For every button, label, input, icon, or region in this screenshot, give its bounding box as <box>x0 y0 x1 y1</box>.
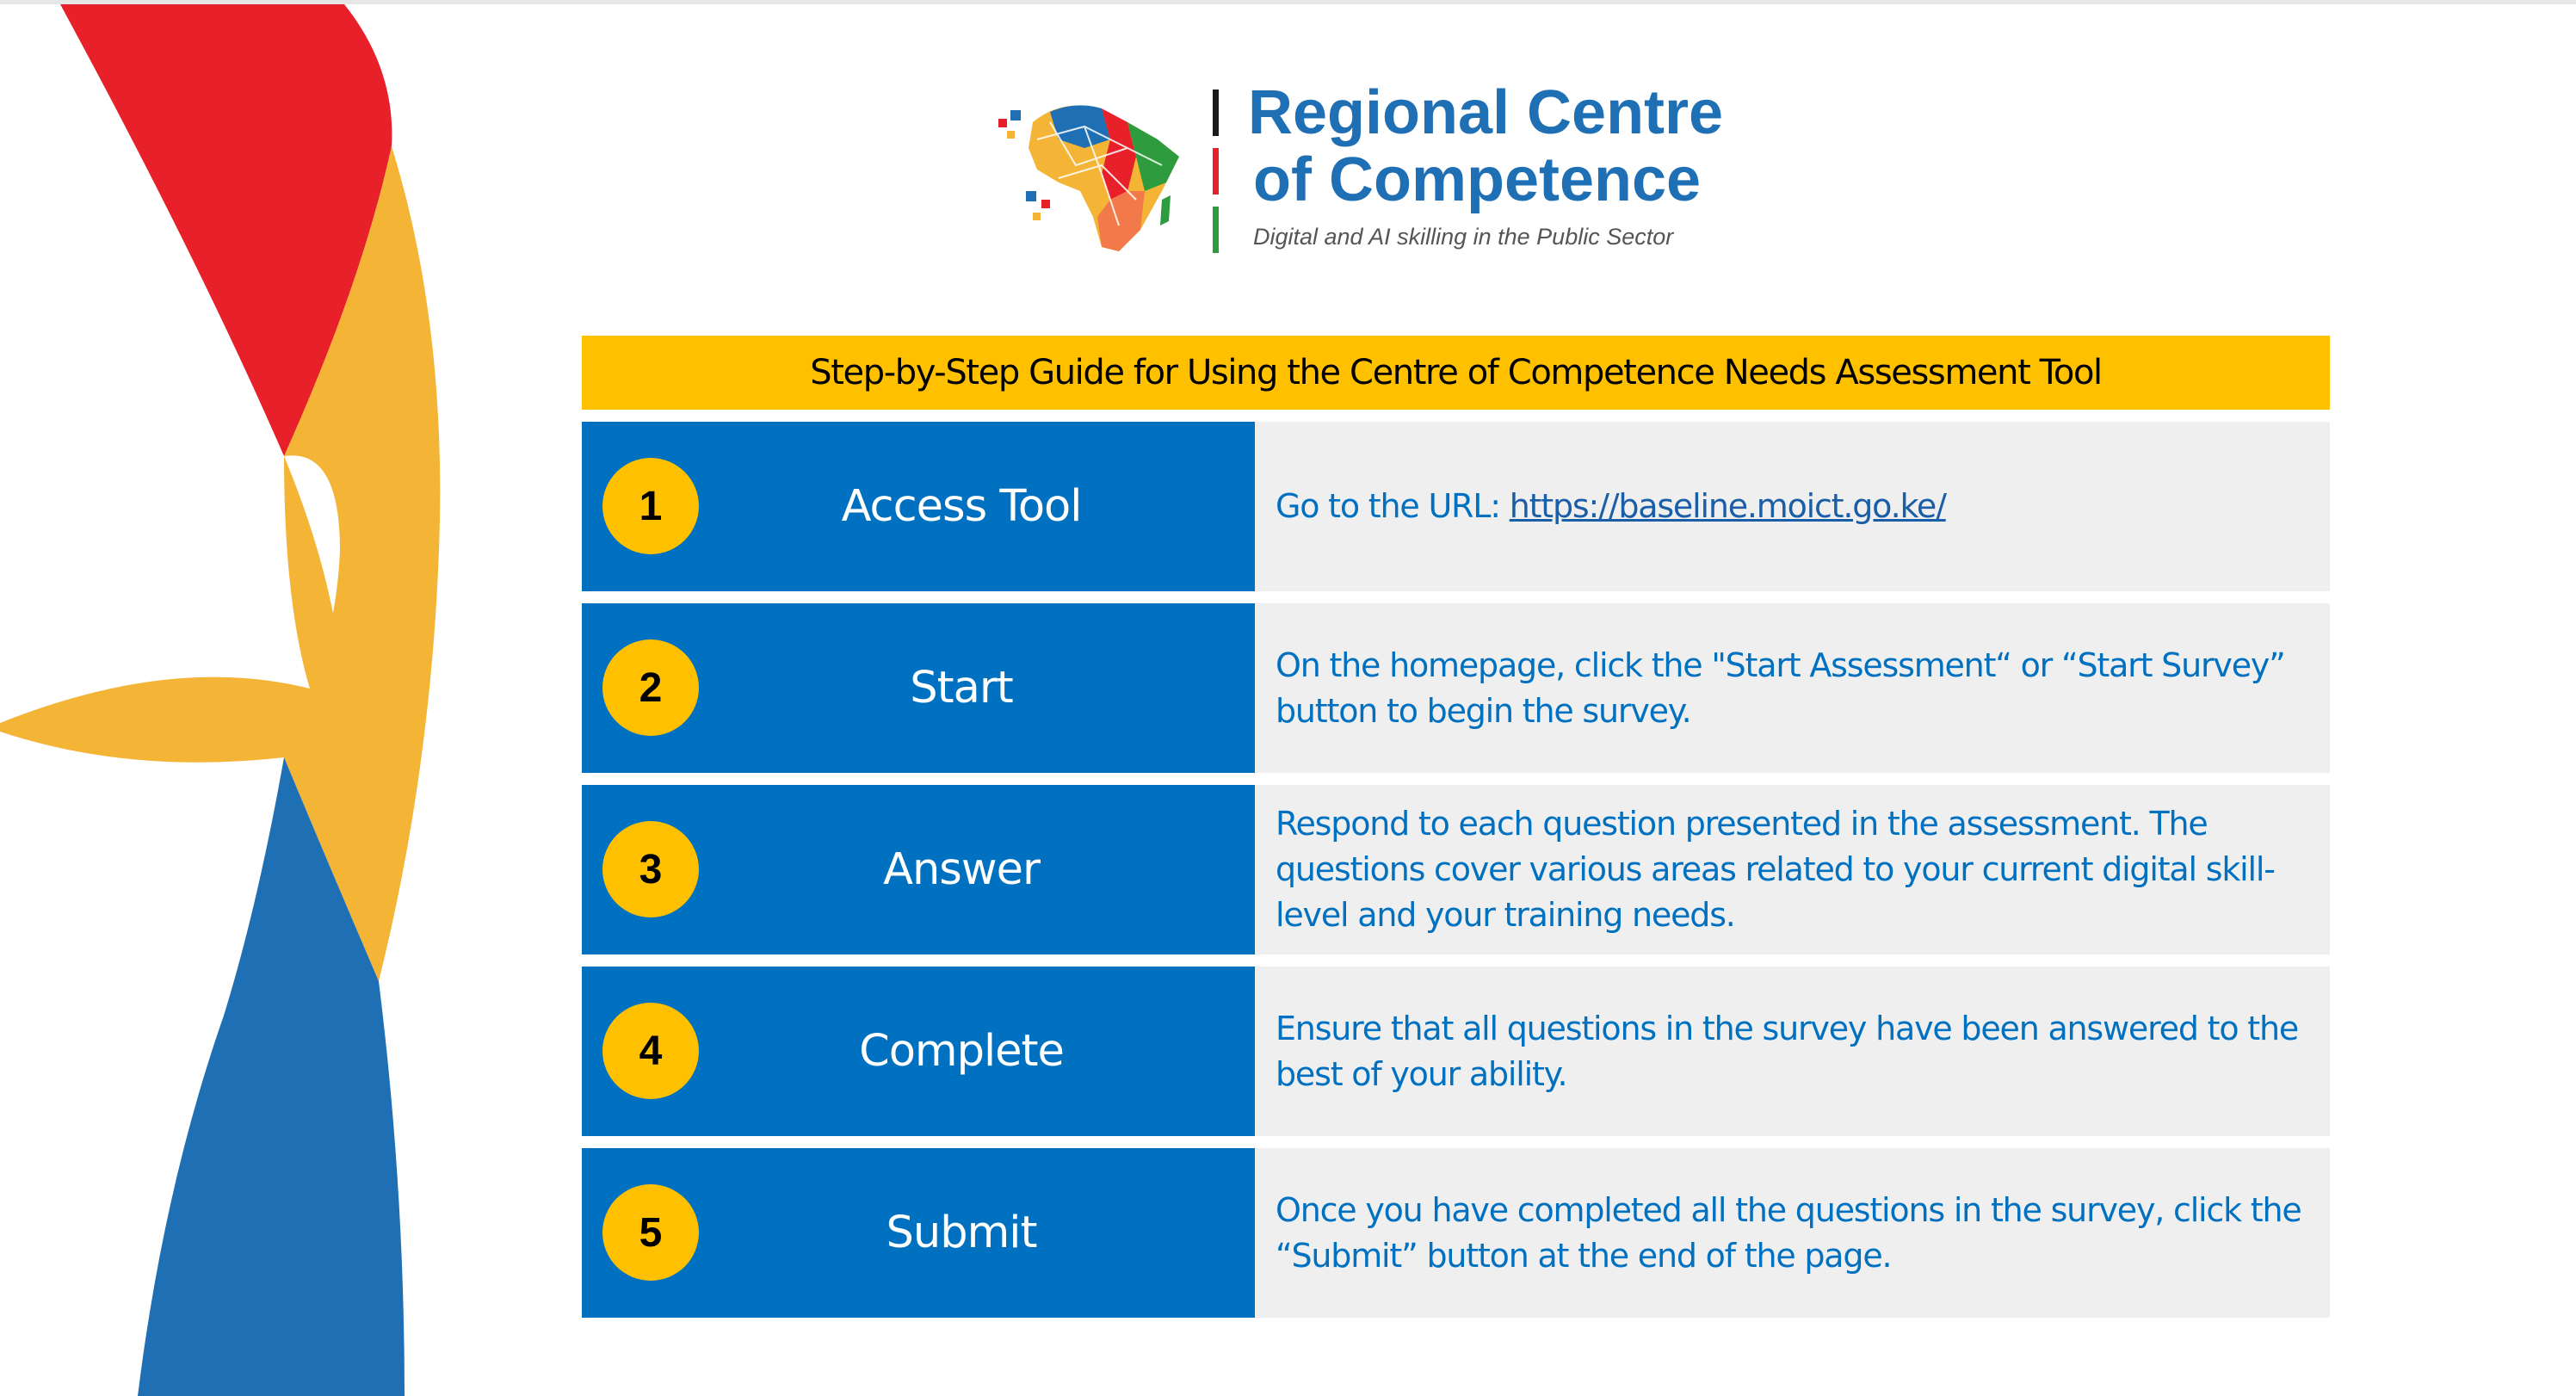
step-description-text: Once you have completed all the question… <box>1276 1190 2302 1275</box>
step-description-text: Respond to each question presented in th… <box>1276 805 2276 934</box>
step-label-cell: 3 Answer <box>582 785 1255 954</box>
step-label-cell: 1 Access Tool <box>582 422 1255 591</box>
logo-title-line1: Regional Centre <box>1248 78 1724 147</box>
decorative-swoosh <box>0 4 441 1396</box>
step-title: Start <box>910 663 1014 713</box>
logo-title: Regional Centre of Competence <box>1248 79 1723 213</box>
step-title: Answer <box>883 844 1041 895</box>
step-description: Ensure that all questions in the survey … <box>1255 967 2330 1136</box>
step-row-5: 5 Submit Once you have completed all the… <box>582 1148 2330 1318</box>
guide-header: Step-by-Step Guide for Using the Centre … <box>582 336 2330 410</box>
logo-title-line2: of Competence <box>1253 145 1702 214</box>
africa-map-logo-icon <box>998 105 1179 251</box>
logo-color-bar <box>1213 90 1219 253</box>
step-number-badge: 3 <box>602 821 699 917</box>
step-description-text: Go to the URL: <box>1276 487 1510 525</box>
step-description: Respond to each question presented in th… <box>1255 785 2330 954</box>
step-description: On the homepage, click the "Start Assess… <box>1255 603 2330 773</box>
step-label-cell: 5 Submit <box>582 1148 1255 1318</box>
step-label-cell: 2 Start <box>582 603 1255 773</box>
step-row-2: 2 Start On the homepage, click the "Star… <box>582 603 2330 773</box>
step-row-1: 1 Access Tool Go to the URL: https://bas… <box>582 422 2330 591</box>
step-description: Once you have completed all the question… <box>1255 1148 2330 1318</box>
step-description-text: On the homepage, click the "Start Assess… <box>1276 645 2286 730</box>
step-row-4: 4 Complete Ensure that all questions in … <box>582 967 2330 1136</box>
step-label-cell: 4 Complete <box>582 967 1255 1136</box>
step-description-text: Ensure that all questions in the survey … <box>1276 1009 2299 1093</box>
logo-tagline: Digital and AI skilling in the Public Se… <box>1253 224 1674 250</box>
step-number-badge: 2 <box>602 639 699 736</box>
step-description: Go to the URL: https://baseline.moict.go… <box>1255 422 2330 591</box>
assessment-url-link[interactable]: https://baseline.moict.go.ke/ <box>1510 487 1947 525</box>
slide: Regional Centre of Competence Digital an… <box>0 0 2576 1396</box>
step-title: Access Tool <box>841 481 1083 532</box>
step-title: Complete <box>859 1026 1065 1077</box>
step-number-badge: 5 <box>602 1184 699 1281</box>
step-guide-table: Step-by-Step Guide for Using the Centre … <box>582 336 2330 1318</box>
step-number-badge: 1 <box>602 458 699 554</box>
logo: Regional Centre of Competence Digital an… <box>998 79 1756 260</box>
step-number-badge: 4 <box>602 1003 699 1099</box>
step-title: Submit <box>886 1208 1038 1258</box>
step-row-3: 3 Answer Respond to each question presen… <box>582 785 2330 954</box>
